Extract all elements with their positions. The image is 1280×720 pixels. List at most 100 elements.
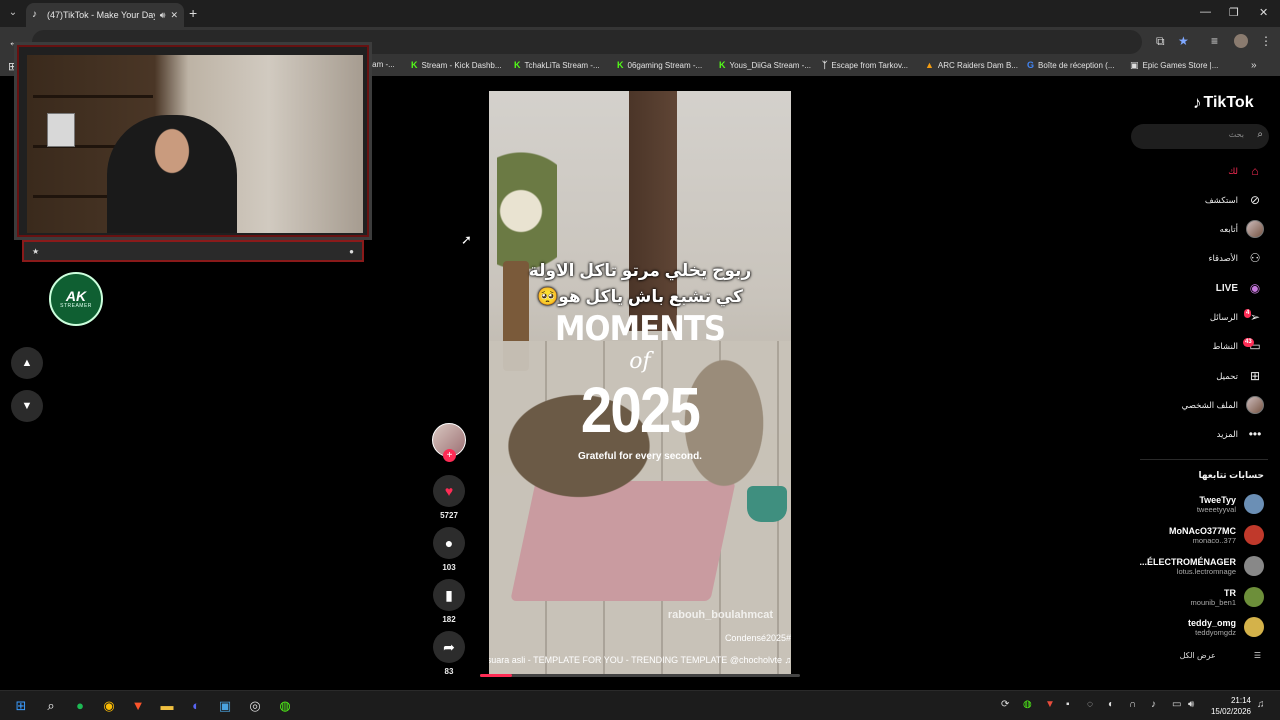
screen: ⌄ ♪ (47)TikTok - Make Your Day 🔊︎ ✕ + — … [0,0,1280,720]
bookmark-item[interactable]: ᛉ Escape from Tarkov... [822,60,908,70]
install-app-icon[interactable]: ⧉ [1156,34,1165,49]
browser-tabstrip: ⌄ ♪ (47)TikTok - Make Your Day 🔊︎ ✕ + — … [0,0,1280,27]
nav-label: تحميل [1216,370,1238,381]
share-count: 83 [444,667,454,676]
account-username: tweeetyyval [1196,504,1236,514]
video-scene-bowl [747,486,787,522]
more-icon: ••• [1248,427,1262,441]
nav-for-you[interactable]: ⌂ لك [1228,161,1264,181]
like-heart-icon[interactable]: ♥ [433,475,465,507]
minimize-button[interactable]: — [1200,6,1211,18]
more-bookmarks-chevron-icon[interactable]: » [1251,60,1257,71]
webcam-overlay: ★ ● [14,40,372,262]
bookmark-label: Stream - Kick Dashb... [421,60,502,70]
following-header: حسابات تتابعها [1198,470,1264,480]
file-explorer-icon[interactable]: ▬ [157,696,177,716]
microphone-icon[interactable]: ♪ [1151,699,1156,710]
nav-more[interactable]: ••• المزيد [1217,424,1264,444]
bookmark-item[interactable]: K Yous_DiiGa Stream -... [719,60,811,70]
comment-count: 103 [442,563,456,572]
app-icon[interactable]: ◎ [245,696,265,716]
see-all-link[interactable]: ☰ عرض الكل [1180,651,1261,660]
tray-icon[interactable]: ⟳ [1001,699,1009,710]
share-arrow-icon[interactable]: ➦ [433,631,465,663]
bookmark-save-icon[interactable]: ▮ [433,579,465,611]
tiktok-note-icon: ♪ [1193,93,1202,112]
bookmark-item[interactable]: K Stream - Kick Dashb... [411,60,502,70]
nav-following[interactable]: أتابعه [1220,219,1264,239]
brave-icon[interactable]: ▼ [128,696,148,716]
chrome-icon[interactable]: ◉ [99,696,119,716]
network-icon[interactable]: ▭ [1172,699,1181,710]
following-account[interactable]: TweeTyy tweeetyyval [1197,494,1264,514]
tray-icon[interactable]: ▼ [1045,699,1055,710]
next-video-button[interactable]: ▼ [11,390,43,422]
tray-icon[interactable]: ▪ [1066,699,1070,710]
previous-video-button[interactable]: ▲ [11,347,43,379]
following-account[interactable]: TR mounib_ben1 [1191,587,1264,607]
video-music[interactable]: suara asli - TEMPLATE FOR YOU - TRENDING… [489,655,791,665]
tiktok-favicon-icon: ♪ [32,9,37,20]
follow-plus-icon[interactable]: + [443,449,456,462]
arc-icon: ▲ [925,60,934,70]
bookmark-item[interactable]: ▲ ARC Raiders Dam B... [925,60,1018,70]
bookmark-star-icon[interactable]: ★ [1178,34,1189,48]
save-count: 182 [442,615,456,624]
video-caption-line: كي تشبع باش ياكل هو🥺 [537,287,743,306]
google-icon: G [1027,60,1035,70]
close-tab-icon[interactable]: ✕ [170,10,178,21]
bookmark-item[interactable]: G Boîte de réception (... [1027,60,1115,70]
notification-bell-icon[interactable]: ♫ [1257,699,1265,710]
kick-taskbar-icon[interactable]: ◍ [275,696,295,716]
tray-icon[interactable]: ◍ [1023,699,1032,710]
taskbar-clock[interactable]: 21:14 15/02/2026 [1205,695,1251,717]
discord-icon[interactable]: ◐ [186,696,206,716]
photos-icon[interactable]: ▣ [215,696,235,716]
tiktok-logo-text: TikTok [1203,94,1254,111]
nav-label: المزيد [1216,428,1238,439]
restore-button[interactable]: ❐ [1229,6,1239,19]
nav-live[interactable]: ◉ LIVE [1216,278,1264,298]
search-taskbar-icon[interactable]: ⌕ [41,696,61,716]
nav-messages[interactable]: ➢ الرسائل [1210,307,1264,327]
media-control-icon[interactable]: ≡ [1211,34,1218,48]
speaker-icon[interactable]: 🔊︎ [160,10,166,21]
following-account[interactable]: teddy_omg teddyomgdz [1188,617,1264,637]
bookmark-item[interactable]: K 06gaming Stream -... [617,60,702,70]
profile-avatar[interactable] [1234,34,1248,48]
video-progress-bar[interactable] [480,674,800,677]
account-username: mounib_ben1 [1190,597,1236,607]
nav-activity[interactable]: ▭ النشاط [1212,336,1264,356]
tiktok-logo[interactable]: ♪ TikTok [1193,93,1254,113]
nav-friends[interactable]: ⚇ الأصدقاء [1208,248,1264,268]
video-player[interactable]: ربوح يخلي مرتو تاكل الاولة كي تشبع باش ي… [489,91,791,677]
tab-search-button[interactable]: ⌄ [4,5,22,21]
nav-upload[interactable]: ⊞ تحميل [1216,366,1264,386]
tray-icon[interactable]: ◌ [1087,699,1093,710]
close-window-button[interactable]: ✕ [1259,6,1268,19]
bookmark-item[interactable]: K TchakLiTa Stream -... [514,60,600,70]
video-hashtag[interactable]: Condensé2025# [725,633,791,643]
search-input[interactable]: بحث ⌕ [1131,124,1269,149]
account-name: teddy_omg [1187,617,1236,628]
comment-icon[interactable]: ● [433,527,465,559]
following-account[interactable]: ...ÉLECTROMÉNAGER lotus.lectromnage [1139,556,1264,576]
following-account[interactable]: MoNAcO377MC monaco..377 [1169,525,1264,545]
nav-profile[interactable]: الملف الشخصي [1182,395,1264,415]
upload-icon: ⊞ [1249,369,1261,383]
spotify-icon[interactable]: ● [70,696,90,716]
volume-icon[interactable]: 🔊︎ [1188,699,1194,710]
headset-icon[interactable]: ∩ [1129,699,1136,710]
new-tab-button[interactable]: + [189,5,197,21]
nav-explore[interactable]: ⊘ استكشف [1205,190,1264,210]
bookmark-label: Boîte de réception (... [1038,60,1115,70]
friends-icon: ⚇ [1249,251,1261,265]
tab-tiktok[interactable]: ♪ (47)TikTok - Make Your Day 🔊︎ ✕ [26,3,184,27]
menu-icon[interactable]: ⋮ [1260,34,1272,48]
video-title-moments: MOMENTS [554,309,726,349]
sidebar-divider [1140,459,1268,460]
steam-icon[interactable]: ◐ [1108,699,1114,710]
windows-taskbar: ⊞ ⌕ ● ◉ ▼ ▬ ◐ ▣ ◎ ◍ ⟳ ◍ ▼ ▪ ◌ ◐ ∩ ♪ ▭ 🔊︎… [0,690,1280,720]
windows-start-icon[interactable]: ⊞ [11,696,31,716]
bookmark-item[interactable]: ▣ Epic Games Store |... [1130,60,1218,71]
